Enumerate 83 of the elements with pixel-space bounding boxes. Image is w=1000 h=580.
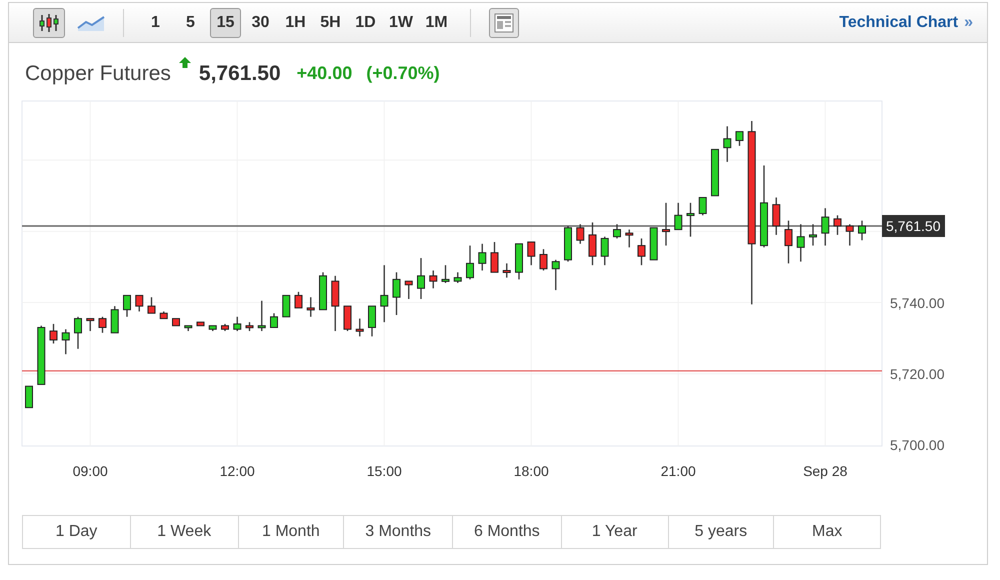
timeframe-button[interactable]: 1 [140,8,171,38]
candlestick [662,202,670,246]
candlestick [674,202,682,230]
candlestick [466,244,474,280]
timeframe-button[interactable]: 1D [350,8,381,38]
candlestick [723,126,732,163]
candlestick [50,323,58,344]
candlestick [527,241,536,266]
change-percent: (+0.70%) [366,62,440,85]
x-axis-label: 21:00 [660,464,696,478]
timeframe-button[interactable]: 5 [175,8,206,38]
candlestick [613,224,621,240]
candlestick [638,238,646,266]
y-axis-label: 5,700.00 [890,438,944,452]
change-value: +40.00 [296,62,352,85]
candlestick [74,316,82,350]
layout-icon [494,12,514,32]
timeframe-button[interactable]: 5H [315,8,346,38]
candlestick [490,241,498,273]
line-chart-icon [77,14,105,32]
candlestick [821,208,830,246]
chevron-icon: » [964,10,973,34]
candlestick [625,228,634,248]
candlestick [392,272,400,316]
candlestick [98,316,106,334]
x-axis-label: 12:00 [220,464,255,478]
candlestick [809,224,817,246]
y-axis-label: 5,720.00 [890,366,944,381]
layout-button[interactable] [489,8,519,38]
candlestick [846,224,854,246]
timeframe-button[interactable]: 1H [280,8,311,38]
candlestick [796,224,805,262]
candlestick [148,296,156,314]
technical-chart-link[interactable]: Technical Chart » [839,10,973,34]
price-value: 5,761.50 [198,60,281,87]
x-axis-label: 15:00 [366,464,402,478]
candlestick [294,291,302,309]
price-badge: 5,761.50 [882,214,944,237]
candlestick [86,318,94,332]
candlestick [62,328,70,355]
candlestick-icon [38,12,60,32]
instrument-name: Copper Futures [25,60,171,87]
x-axis-label: Sep 28 [803,464,848,478]
candlestick [736,130,744,147]
candlestick [576,224,584,244]
candlestick [858,220,866,241]
x-axis-label: 09:00 [72,464,108,478]
chart-type-button[interactable] [33,8,65,38]
candlestick [442,264,450,284]
candlestick [600,236,609,266]
candlestick [772,196,780,236]
candlestick [368,305,376,338]
y-axis-label: 5,740.00 [890,296,944,310]
candlestick [834,214,842,236]
candlestick [270,312,278,328]
candlestick [478,243,486,272]
candlestick [282,294,290,318]
candlestick [552,259,560,291]
timeframe-button[interactable]: 1M [421,8,452,38]
candlestick [784,220,792,264]
candlestick [258,300,266,332]
candlestick [502,262,511,278]
candlestick [356,318,364,338]
candlestick [306,296,315,318]
candlestick [686,202,694,238]
timeframe-button[interactable]: 15 [210,8,241,38]
candlestick [110,305,119,334]
candlestick [344,305,352,332]
candlestick [404,280,413,300]
candlestick [698,196,707,216]
timeframe-button[interactable]: 30 [245,8,276,38]
candlestick [540,248,548,272]
candlestick [135,294,144,312]
candlestick [429,270,438,289]
candlestick [454,272,462,284]
candlestick [380,264,388,323]
candlestick [417,257,425,300]
candlestick [123,294,131,318]
x-axis-label: 18:00 [514,464,549,478]
candlestick [588,222,596,266]
candlestick [25,386,33,408]
timeframe-button[interactable]: 1W [385,8,417,38]
candlestick [233,316,242,332]
